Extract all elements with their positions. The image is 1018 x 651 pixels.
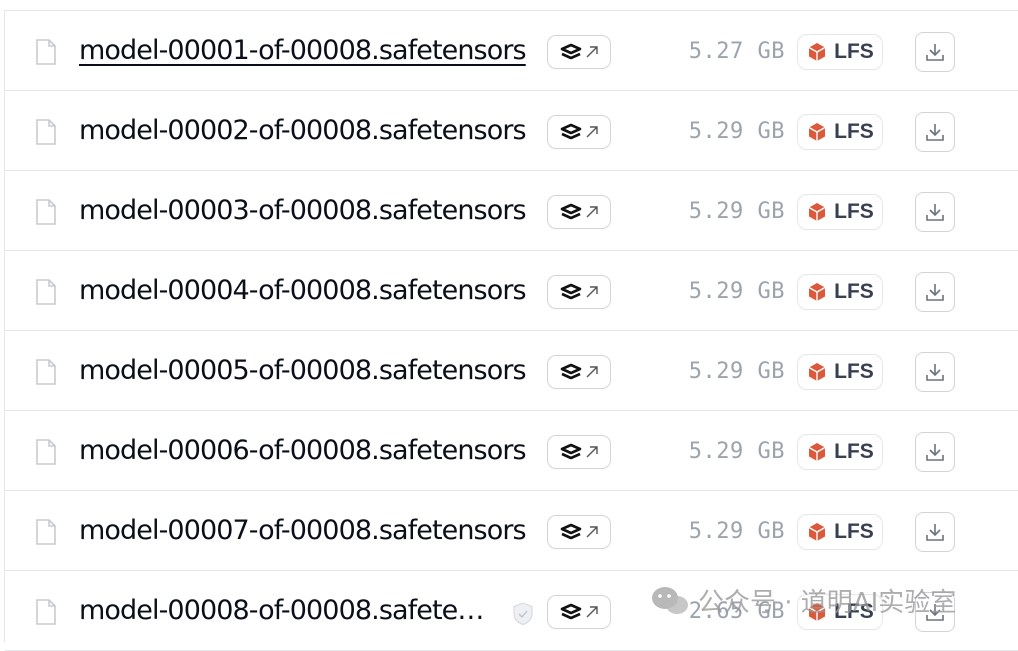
- external-link-arrow-icon: [586, 606, 598, 618]
- safetensors-viewer-icon: [560, 123, 582, 140]
- file-row: model-00002-of-00008.safetensors 5.29 GB…: [5, 91, 1018, 171]
- safetensors-viewer-icon: [560, 283, 582, 300]
- lfs-label: LFS: [834, 360, 874, 383]
- download-button[interactable]: [915, 512, 955, 552]
- download-button[interactable]: [915, 272, 955, 312]
- lfs-badge[interactable]: LFS: [797, 114, 883, 150]
- file-size: 5.29 GB: [688, 279, 785, 304]
- lfs-cube-icon: [808, 523, 826, 541]
- lfs-cube-icon: [808, 283, 826, 301]
- lfs-badge[interactable]: LFS: [797, 594, 883, 630]
- file-row: model-00003-of-00008.safetensors 5.29 GB…: [5, 171, 1018, 251]
- external-link-arrow-icon: [586, 366, 598, 378]
- external-link-arrow-icon: [586, 46, 598, 58]
- lfs-badge[interactable]: LFS: [797, 194, 883, 230]
- file-icon: [35, 199, 57, 225]
- safetensors-view-button[interactable]: [547, 195, 611, 229]
- safetensors-view-button[interactable]: [547, 275, 611, 309]
- download-icon: [926, 604, 944, 621]
- file-size: 5.29 GB: [688, 439, 785, 464]
- file-size: 5.27 GB: [688, 39, 785, 64]
- external-link-arrow-icon: [586, 286, 598, 298]
- file-name-link[interactable]: model-00004-of-00008.safetensors: [79, 271, 535, 311]
- file-row: model-00001-of-00008.safetensors 5.27 GB…: [5, 11, 1018, 91]
- file-name-link[interactable]: model-00008-of-00008.safetensors: [79, 591, 489, 631]
- safetensors-viewer-icon: [560, 523, 582, 540]
- file-name-link[interactable]: model-00007-of-00008.safetensors: [79, 511, 535, 551]
- download-icon: [926, 124, 944, 141]
- external-link-arrow-icon: [586, 526, 598, 538]
- external-link-arrow-icon: [586, 446, 598, 458]
- file-size: 5.29 GB: [688, 119, 785, 144]
- file-row: model-00008-of-00008.safetensors 2.65 GB…: [5, 571, 1018, 651]
- file-size: 5.29 GB: [688, 199, 785, 224]
- safetensors-view-button[interactable]: [547, 595, 611, 629]
- download-button[interactable]: [915, 352, 955, 392]
- safetensors-view-button[interactable]: [547, 515, 611, 549]
- safetensors-view-button[interactable]: [547, 355, 611, 389]
- file-icon: [35, 359, 57, 385]
- download-icon: [926, 204, 944, 221]
- lfs-label: LFS: [834, 520, 874, 543]
- external-link-arrow-icon: [586, 126, 598, 138]
- file-icon: [35, 119, 57, 145]
- file-icon: [35, 39, 57, 65]
- lfs-badge[interactable]: LFS: [797, 274, 883, 310]
- file-row: model-00004-of-00008.safetensors 5.29 GB…: [5, 251, 1018, 331]
- lfs-label: LFS: [834, 600, 874, 623]
- download-icon: [926, 524, 944, 541]
- lfs-badge[interactable]: LFS: [797, 34, 883, 70]
- safetensors-viewer-icon: [560, 443, 582, 460]
- lfs-cube-icon: [808, 363, 826, 381]
- lfs-badge[interactable]: LFS: [797, 514, 883, 550]
- download-button[interactable]: [915, 432, 955, 472]
- lfs-cube-icon: [808, 43, 826, 61]
- file-icon: [35, 519, 57, 545]
- file-row: model-00006-of-00008.safetensors 5.29 GB…: [5, 411, 1018, 491]
- download-icon: [926, 364, 944, 381]
- file-size: 5.29 GB: [688, 519, 785, 544]
- download-button[interactable]: [915, 32, 955, 72]
- lfs-badge[interactable]: LFS: [797, 434, 883, 470]
- file-name-link[interactable]: model-00006-of-00008.safetensors: [79, 431, 535, 471]
- file-icon: [35, 279, 57, 305]
- safetensors-viewer-icon: [560, 363, 582, 380]
- lfs-label: LFS: [834, 200, 874, 223]
- file-name-link[interactable]: model-00002-of-00008.safetensors: [79, 111, 535, 151]
- file-name-link[interactable]: model-00005-of-00008.safetensors: [79, 351, 535, 391]
- lfs-label: LFS: [834, 120, 874, 143]
- download-button[interactable]: [915, 192, 955, 232]
- file-icon: [35, 599, 57, 625]
- safetensors-view-button[interactable]: [547, 115, 611, 149]
- safetensors-viewer-icon: [560, 603, 582, 620]
- lfs-cube-icon: [808, 123, 826, 141]
- file-row: model-00007-of-00008.safetensors 5.29 GB…: [5, 491, 1018, 571]
- file-size: 5.29 GB: [688, 359, 785, 384]
- safetensors-view-button[interactable]: [547, 35, 611, 69]
- lfs-cube-icon: [808, 603, 826, 621]
- lfs-cube-icon: [808, 203, 826, 221]
- lfs-label: LFS: [834, 40, 874, 63]
- file-name-link[interactable]: model-00001-of-00008.safetensors: [79, 31, 535, 71]
- lfs-badge[interactable]: LFS: [797, 354, 883, 390]
- file-row: model-00005-of-00008.safetensors 5.29 GB…: [5, 331, 1018, 411]
- safetensors-viewer-icon: [560, 203, 582, 220]
- download-button[interactable]: [915, 592, 955, 632]
- lfs-label: LFS: [834, 440, 874, 463]
- lfs-label: LFS: [834, 280, 874, 303]
- file-icon: [35, 439, 57, 465]
- safetensors-view-button[interactable]: [547, 435, 611, 469]
- download-icon: [926, 444, 944, 461]
- shield-check-icon[interactable]: [511, 601, 535, 627]
- safetensors-viewer-icon: [560, 43, 582, 60]
- download-icon: [926, 284, 944, 301]
- download-button[interactable]: [915, 112, 955, 152]
- external-link-arrow-icon: [586, 206, 598, 218]
- download-icon: [926, 44, 944, 61]
- lfs-cube-icon: [808, 443, 826, 461]
- file-list: model-00001-of-00008.safetensors 5.27 GB…: [4, 10, 1018, 651]
- file-name-link[interactable]: model-00003-of-00008.safetensors: [79, 191, 535, 231]
- file-size: 2.65 GB: [688, 599, 785, 624]
